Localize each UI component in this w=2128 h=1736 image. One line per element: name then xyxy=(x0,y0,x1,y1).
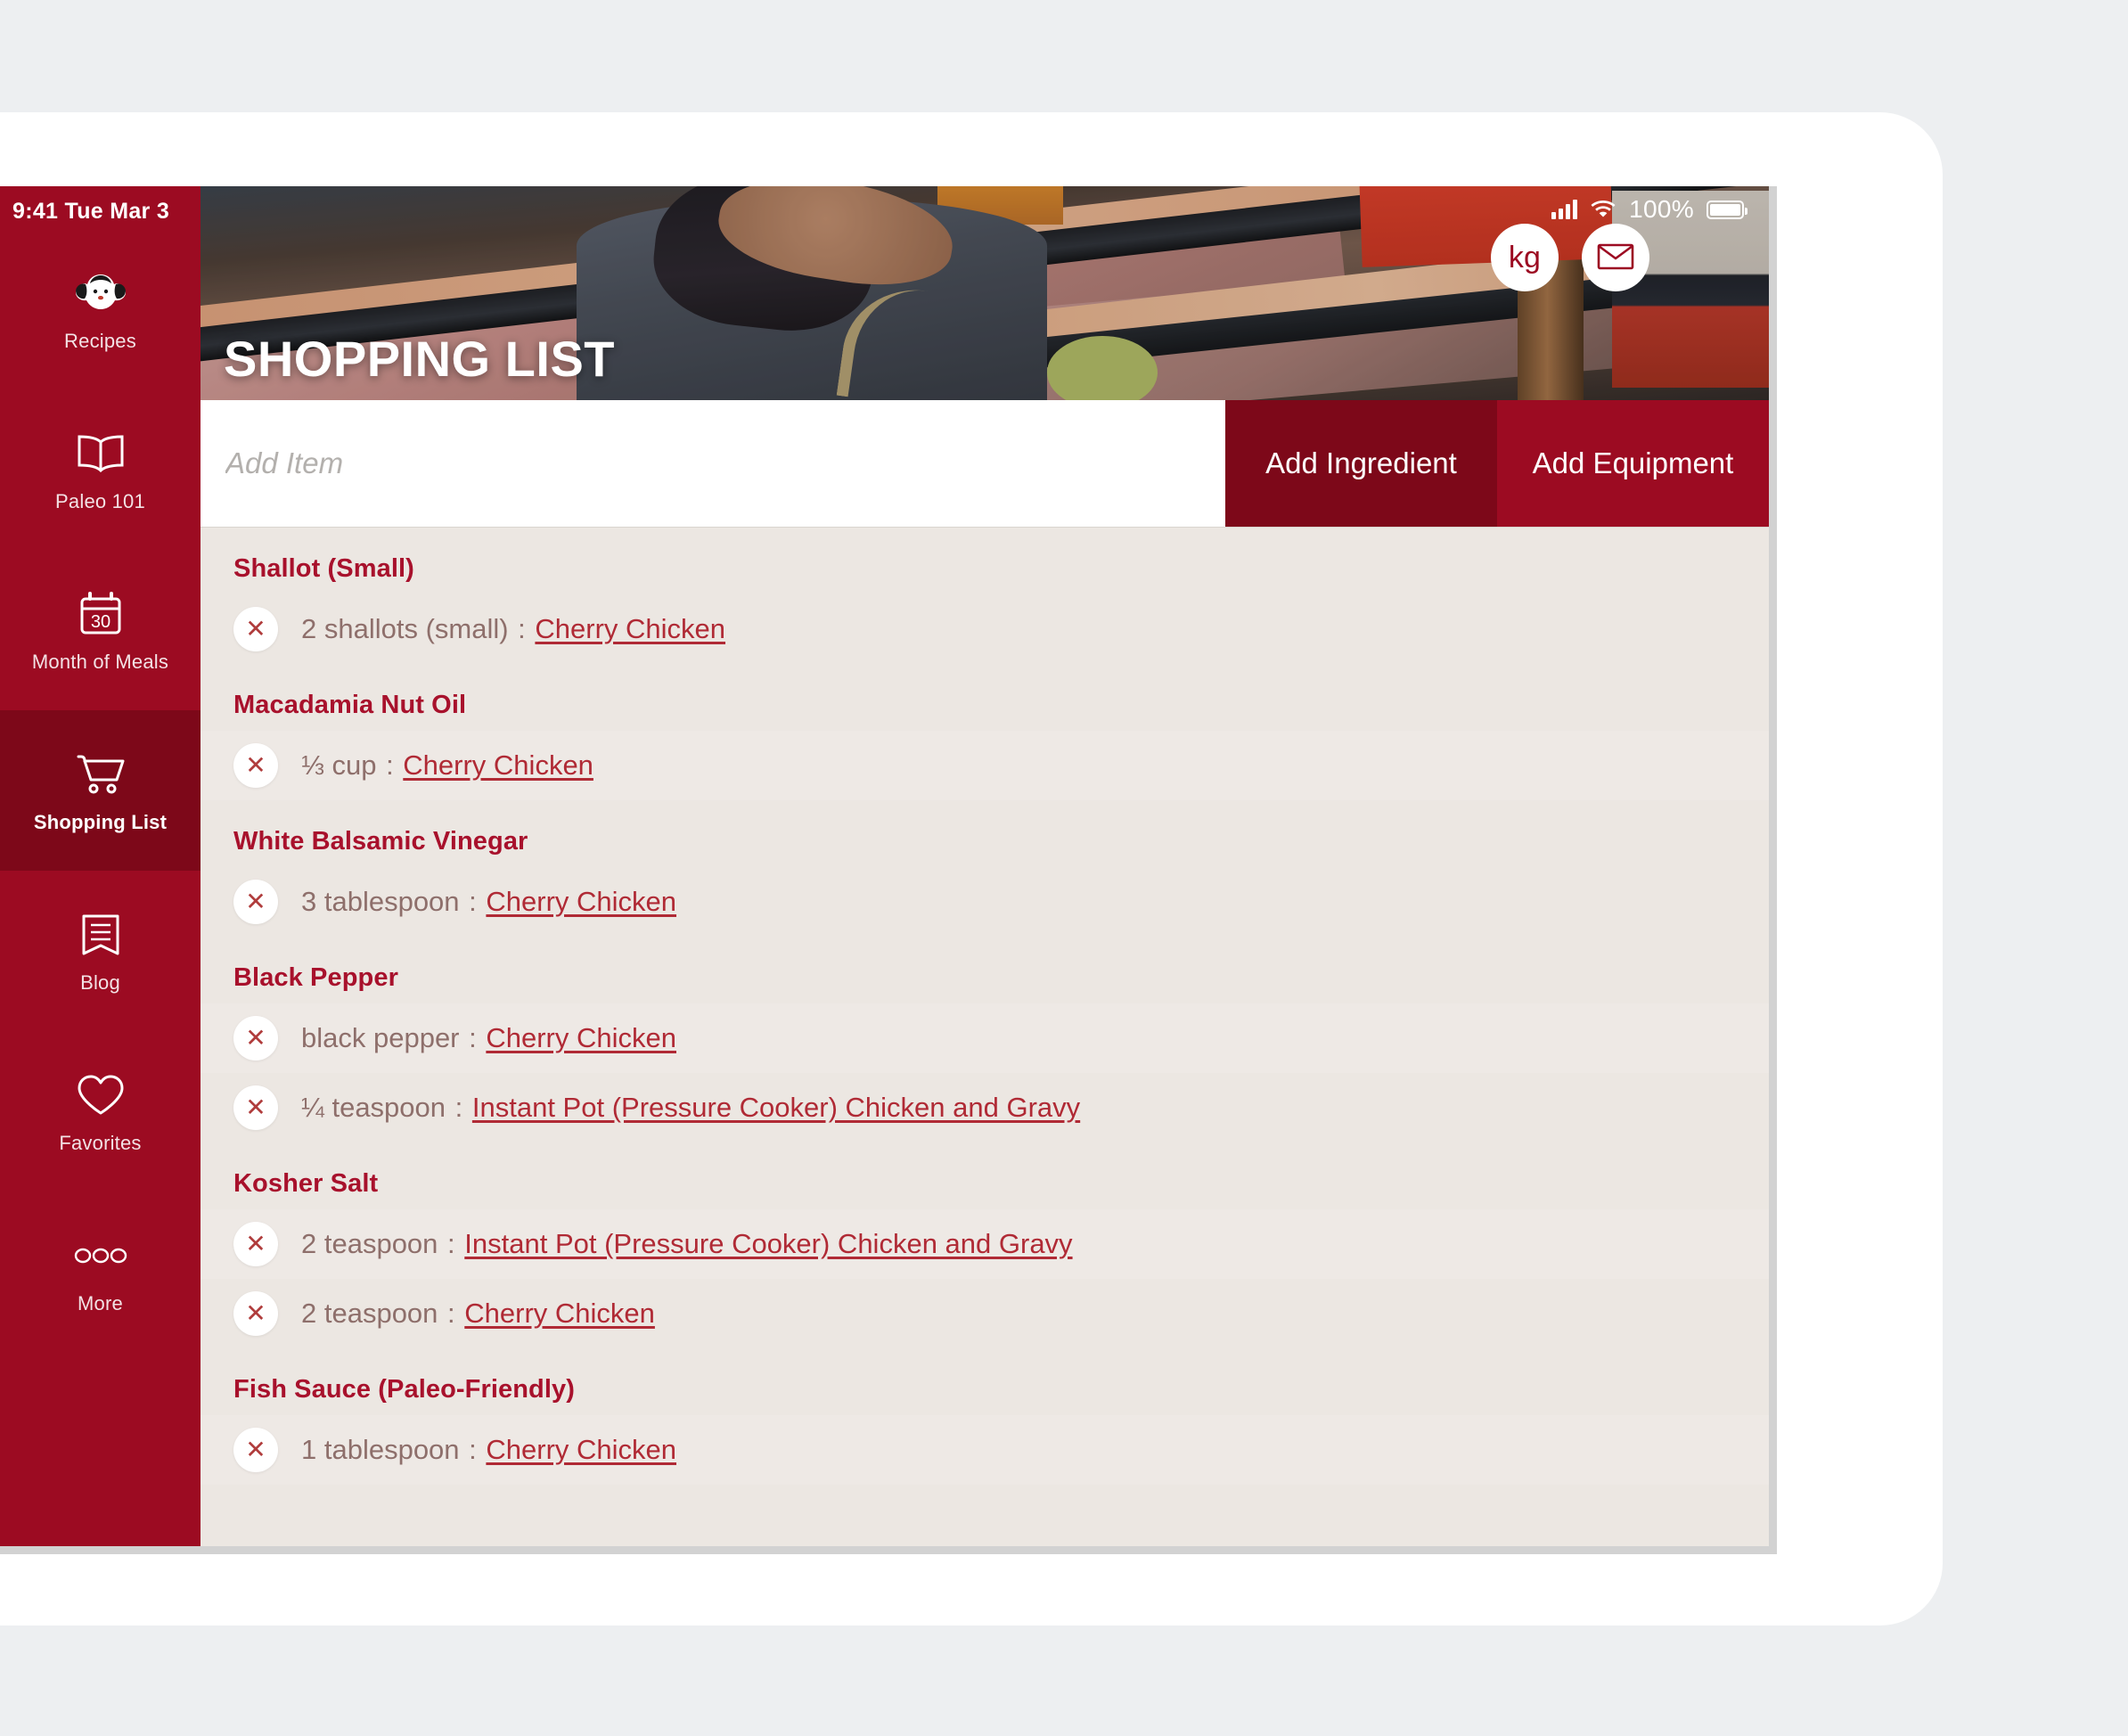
app-window: 9:41 Tue Mar 3 Recipes Paleo 101 30 Mont… xyxy=(0,186,1769,1546)
sidebar-item-month-of-meals[interactable]: 30 Month of Meals xyxy=(0,550,201,710)
list-item-quantity: 3 tablespoon xyxy=(301,886,460,917)
battery-full-icon xyxy=(1706,200,1747,219)
list-item-separator: : xyxy=(461,886,485,917)
add-item-input[interactable] xyxy=(201,400,1225,527)
status-bar-time: 9:41 Tue Mar 3 xyxy=(12,199,170,224)
sidebar-item-label: Blog xyxy=(80,971,120,994)
list-item: ✕ 1 tablespoon : Cherry Chicken xyxy=(201,1415,1769,1485)
list-item-text: ¼ teaspoon : Instant Pot (Pressure Cooke… xyxy=(301,1092,1080,1124)
list-item-text: 2 teaspoon : Instant Pot (Pressure Cooke… xyxy=(301,1228,1073,1260)
list-item-separator: : xyxy=(461,1434,485,1465)
unit-toggle-button[interactable]: kg xyxy=(1491,224,1559,291)
shopping-cart-icon xyxy=(72,749,129,800)
group-heading: Fish Sauce (Paleo-Friendly) xyxy=(233,1375,576,1404)
list-item: ✕ 2 teaspoon : Cherry Chicken xyxy=(201,1279,1769,1348)
sidebar-item-label: Paleo 101 xyxy=(55,490,145,512)
recipe-link[interactable]: Cherry Chicken xyxy=(486,1022,676,1053)
list-item-quantity: black pepper xyxy=(301,1022,460,1053)
list-item-quantity: ⅓ cup xyxy=(301,749,377,781)
wifi-icon xyxy=(1590,198,1616,222)
cellular-signal-icon xyxy=(1551,200,1578,219)
group-heading: Kosher Salt xyxy=(233,1169,379,1198)
list-item-text: 1 tablespoon : Cherry Chicken xyxy=(301,1434,676,1466)
envelope-icon xyxy=(1597,242,1634,274)
recipe-link[interactable]: Cherry Chicken xyxy=(464,1298,655,1329)
three-circles-icon xyxy=(72,1230,129,1282)
list-item-separator: : xyxy=(439,1298,463,1329)
email-list-button[interactable] xyxy=(1582,224,1649,291)
device-screenshot-frame: 9:41 Tue Mar 3 Recipes Paleo 101 30 Mont… xyxy=(0,186,1777,1554)
group-heading: Macadamia Nut Oil xyxy=(233,691,467,719)
battery-percent-label: 100% xyxy=(1629,195,1694,223)
close-x-icon[interactable]: ✕ xyxy=(233,1291,278,1336)
bookmark-lines-icon xyxy=(72,909,129,961)
main-content: 100% kg SHOPPING LIST Add Item Add Ingre… xyxy=(201,186,1769,1546)
group-heading: White Balsamic Vinegar xyxy=(233,827,528,856)
sidebar-item-label: Favorites xyxy=(59,1132,142,1154)
recipe-link[interactable]: Cherry Chicken xyxy=(486,1434,676,1465)
sidebar-item-label: Recipes xyxy=(64,330,136,352)
sidebar-item-label: More xyxy=(78,1292,123,1314)
sidebar-item-recipes[interactable]: Recipes xyxy=(0,229,201,389)
list-item-quantity: 2 teaspoon xyxy=(301,1228,438,1259)
list-item: ✕ ¼ teaspoon : Instant Pot (Pressure Cook… xyxy=(201,1073,1769,1142)
sidebar-item-label: Month of Meals xyxy=(31,651,169,673)
list-item-separator: : xyxy=(510,613,534,644)
list-item-text: 2 teaspoon : Cherry Chicken xyxy=(301,1298,655,1330)
close-x-icon[interactable]: ✕ xyxy=(233,1016,278,1060)
close-x-icon[interactable]: ✕ xyxy=(233,743,278,788)
list-item-separator: : xyxy=(439,1228,463,1259)
nom-nom-paleo-girl-logo-icon xyxy=(72,267,129,319)
list-item: ✕ 2 teaspoon : Instant Pot (Pressure Cook… xyxy=(201,1209,1769,1279)
close-x-icon[interactable]: ✕ xyxy=(233,607,278,651)
calendar-30-icon: 30 xyxy=(72,588,129,640)
close-x-icon[interactable]: ✕ xyxy=(233,1085,278,1130)
list-item-text: 2 shallots (small) : Cherry Chicken xyxy=(301,613,725,645)
list-item-separator: : xyxy=(378,749,402,781)
shopping-list-items: Shallot (Small) ✕ 2 shallots (small) : Che… xyxy=(201,528,1769,1546)
group-heading: Shallot (Small) xyxy=(233,554,414,583)
list-item: ✕ 3 tablespoon : Cherry Chicken xyxy=(201,867,1769,937)
sidebar-item-label: Shopping List xyxy=(33,811,168,833)
sidebar-nav: 9:41 Tue Mar 3 Recipes Paleo 101 30 Mont… xyxy=(0,186,201,1546)
list-item: ✕ 2 shallots (small) : Cherry Chicken xyxy=(201,594,1769,664)
hero-header: 100% kg SHOPPING LIST xyxy=(201,186,1769,400)
sidebar-item-favorites[interactable]: Favorites xyxy=(0,1031,201,1191)
list-item: ✕ ⅓ cup : Cherry Chicken xyxy=(201,731,1769,800)
status-bar-right: 100% xyxy=(1551,195,1747,224)
recipe-link[interactable]: Cherry Chicken xyxy=(403,749,593,781)
hero-action-buttons: kg xyxy=(1491,224,1649,291)
open-book-icon xyxy=(72,428,129,479)
close-x-icon[interactable]: ✕ xyxy=(233,880,278,924)
add-equipment-button[interactable]: Add Equipment xyxy=(1497,400,1769,527)
sidebar-item-list: Recipes Paleo 101 30 Month of Meals Shop… xyxy=(0,229,201,1352)
list-item-quantity: ¼ teaspoon xyxy=(301,1092,446,1123)
recipe-link[interactable]: Cherry Chicken xyxy=(486,886,676,917)
list-item-text: 3 tablespoon : Cherry Chicken xyxy=(301,886,676,918)
group-heading: Black Pepper xyxy=(233,963,398,992)
list-item-separator: : xyxy=(461,1022,485,1053)
recipe-link[interactable]: Cherry Chicken xyxy=(535,613,725,644)
list-item-separator: : xyxy=(447,1092,471,1123)
sidebar-item-paleo-101[interactable]: Paleo 101 xyxy=(0,389,201,550)
heart-icon xyxy=(72,1069,129,1121)
close-x-icon[interactable]: ✕ xyxy=(233,1222,278,1266)
list-item-text: ⅓ cup : Cherry Chicken xyxy=(301,749,593,782)
recipe-link[interactable]: Instant Pot (Pressure Cooker) Chicken an… xyxy=(472,1092,1080,1123)
add-item-bar: Add Ingredient Add Equipment xyxy=(201,400,1769,528)
page-title: SHOPPING LIST xyxy=(224,331,615,387)
list-item-text: black pepper : Cherry Chicken xyxy=(301,1022,676,1054)
unit-toggle-label: kg xyxy=(1508,240,1542,274)
list-item: ✕ black pepper : Cherry Chicken xyxy=(201,1003,1769,1073)
recipe-link[interactable]: Instant Pot (Pressure Cooker) Chicken an… xyxy=(464,1228,1072,1259)
svg-text:30: 30 xyxy=(90,612,110,632)
list-item-quantity: 1 tablespoon xyxy=(301,1434,460,1465)
add-ingredient-button[interactable]: Add Ingredient xyxy=(1225,400,1497,527)
list-item-quantity: 2 shallots (small) xyxy=(301,613,509,644)
close-x-icon[interactable]: ✕ xyxy=(233,1428,278,1472)
sidebar-item-more[interactable]: More xyxy=(0,1191,201,1352)
list-item-quantity: 2 teaspoon xyxy=(301,1298,438,1329)
sidebar-item-shopping-list[interactable]: Shopping List xyxy=(0,710,201,871)
sidebar-item-blog[interactable]: Blog xyxy=(0,871,201,1031)
